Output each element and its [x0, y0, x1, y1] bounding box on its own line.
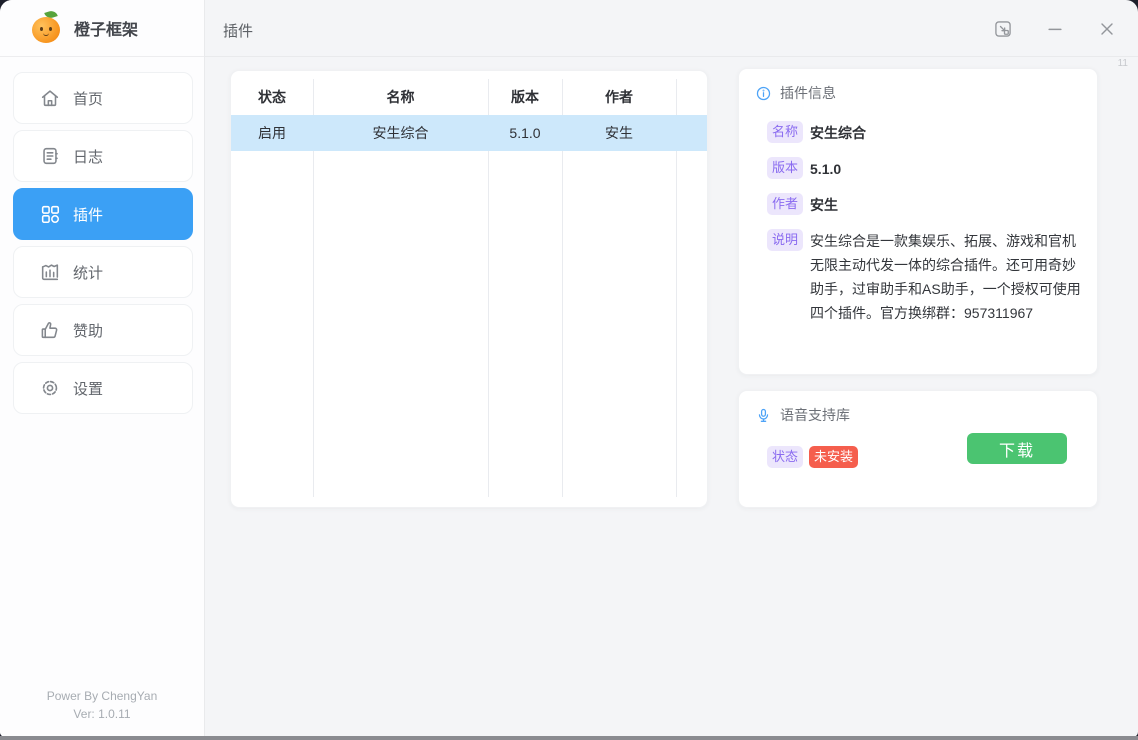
version-text: Ver: 1.0.11 — [0, 705, 204, 723]
orange-logo-icon — [30, 11, 64, 45]
sidebar-item-sponsor[interactable]: 赞助 — [13, 304, 193, 356]
window-controls — [986, 0, 1124, 57]
column-header-status: 状态 — [231, 87, 313, 107]
log-icon — [39, 145, 61, 167]
table-header-row: 状态 名称 版本 作者 — [231, 79, 707, 115]
minimize-button[interactable] — [1038, 12, 1072, 46]
field-badge: 说明 — [767, 229, 803, 251]
home-icon — [39, 87, 61, 109]
sidebar-item-stats[interactable]: 统计 — [13, 246, 193, 298]
app-title: 橙子框架 — [74, 16, 138, 40]
sidebar-item-label: 赞助 — [73, 320, 103, 341]
thumbs-up-icon — [39, 319, 61, 341]
stats-icon — [39, 261, 61, 283]
info-icon — [755, 85, 772, 102]
sidebar-item-label: 插件 — [73, 204, 103, 225]
plugin-info-title: 插件信息 — [780, 83, 836, 103]
app-window: 橙子框架 首页 日志 — [0, 0, 1138, 737]
cell-name: 安生综合 — [313, 123, 488, 143]
sidebar-item-log[interactable]: 日志 — [13, 130, 193, 182]
sidebar-item-plugins[interactable]: 插件 — [13, 188, 193, 240]
field-version: 版本 5.1.0 — [767, 157, 1081, 180]
voice-library-panel: 语音支持库 状态 未安装 下载 — [738, 390, 1098, 508]
plugin-info-header: 插件信息 — [755, 83, 1081, 103]
sidebar: 橙子框架 首页 日志 — [0, 0, 205, 737]
status-badge-value: 未安装 — [809, 446, 858, 468]
field-value: 安生 — [810, 193, 838, 216]
table-row[interactable]: 启用 安生综合 5.1.0 安生 — [231, 115, 707, 151]
field-author: 作者 安生 — [767, 193, 1081, 216]
app-logo-row: 橙子框架 — [0, 0, 204, 57]
sidebar-item-label: 统计 — [73, 262, 103, 283]
field-description: 说明 安生综合是一款集娱乐、拓展、游戏和官机无限主动代发一体的综合插件。还可用奇… — [767, 229, 1081, 325]
close-button[interactable] — [1090, 12, 1124, 46]
powered-by-text: Power By ChengYan — [0, 687, 204, 705]
voice-library-header: 语音支持库 — [755, 405, 1081, 425]
column-header-author: 作者 — [562, 87, 676, 107]
cell-version: 5.1.0 — [488, 125, 562, 141]
field-name: 名称 安生综合 — [767, 121, 1081, 144]
minimize-to-tray-icon — [993, 19, 1013, 39]
window-bottom-edge — [0, 736, 1138, 740]
field-value: 5.1.0 — [810, 157, 841, 180]
cell-status: 启用 — [231, 123, 313, 143]
download-button[interactable]: 下载 — [967, 433, 1067, 464]
plugins-grid-icon — [39, 203, 61, 225]
sidebar-item-label: 设置 — [73, 378, 103, 399]
minimize-icon — [1045, 19, 1065, 39]
plugin-info-fields: 名称 安生综合 版本 5.1.0 作者 安生 说明 安生综合是一款集娱乐、拓展、… — [767, 121, 1081, 325]
plugin-info-panel: 插件信息 名称 安生综合 版本 5.1.0 作者 安生 说明 安生综合是一款集娱… — [738, 68, 1098, 375]
sidebar-item-home[interactable]: 首页 — [13, 72, 193, 124]
page-title: 插件 — [223, 20, 253, 41]
topbar: 插件 — [205, 0, 1138, 57]
sidebar-item-label: 日志 — [73, 146, 103, 167]
field-badge: 名称 — [767, 121, 803, 143]
minimize-to-tray-button[interactable] — [986, 12, 1020, 46]
sidebar-footer: Power By ChengYan Ver: 1.0.11 — [0, 687, 204, 723]
field-value: 安生综合 — [810, 121, 866, 144]
sidebar-item-settings[interactable]: 设置 — [13, 362, 193, 414]
microphone-icon — [755, 407, 772, 424]
voice-library-title: 语音支持库 — [780, 405, 850, 425]
close-icon — [1097, 19, 1117, 39]
plugin-table: 状态 名称 版本 作者 启用 安生综合 5.1.0 安生 — [230, 70, 708, 508]
field-badge: 作者 — [767, 193, 803, 215]
status-badge-label: 状态 — [767, 446, 803, 468]
field-value: 安生综合是一款集娱乐、拓展、游戏和官机无限主动代发一体的综合插件。还可用奇妙助手… — [810, 229, 1081, 325]
sidebar-item-label: 首页 — [73, 88, 103, 109]
gear-icon — [39, 377, 61, 399]
column-header-name: 名称 — [313, 87, 488, 107]
corner-badge: 11 — [1118, 58, 1128, 69]
cell-author: 安生 — [562, 123, 676, 143]
sidebar-nav: 首页 日志 插件 — [13, 72, 193, 414]
field-badge: 版本 — [767, 157, 803, 179]
column-header-version: 版本 — [488, 87, 562, 107]
